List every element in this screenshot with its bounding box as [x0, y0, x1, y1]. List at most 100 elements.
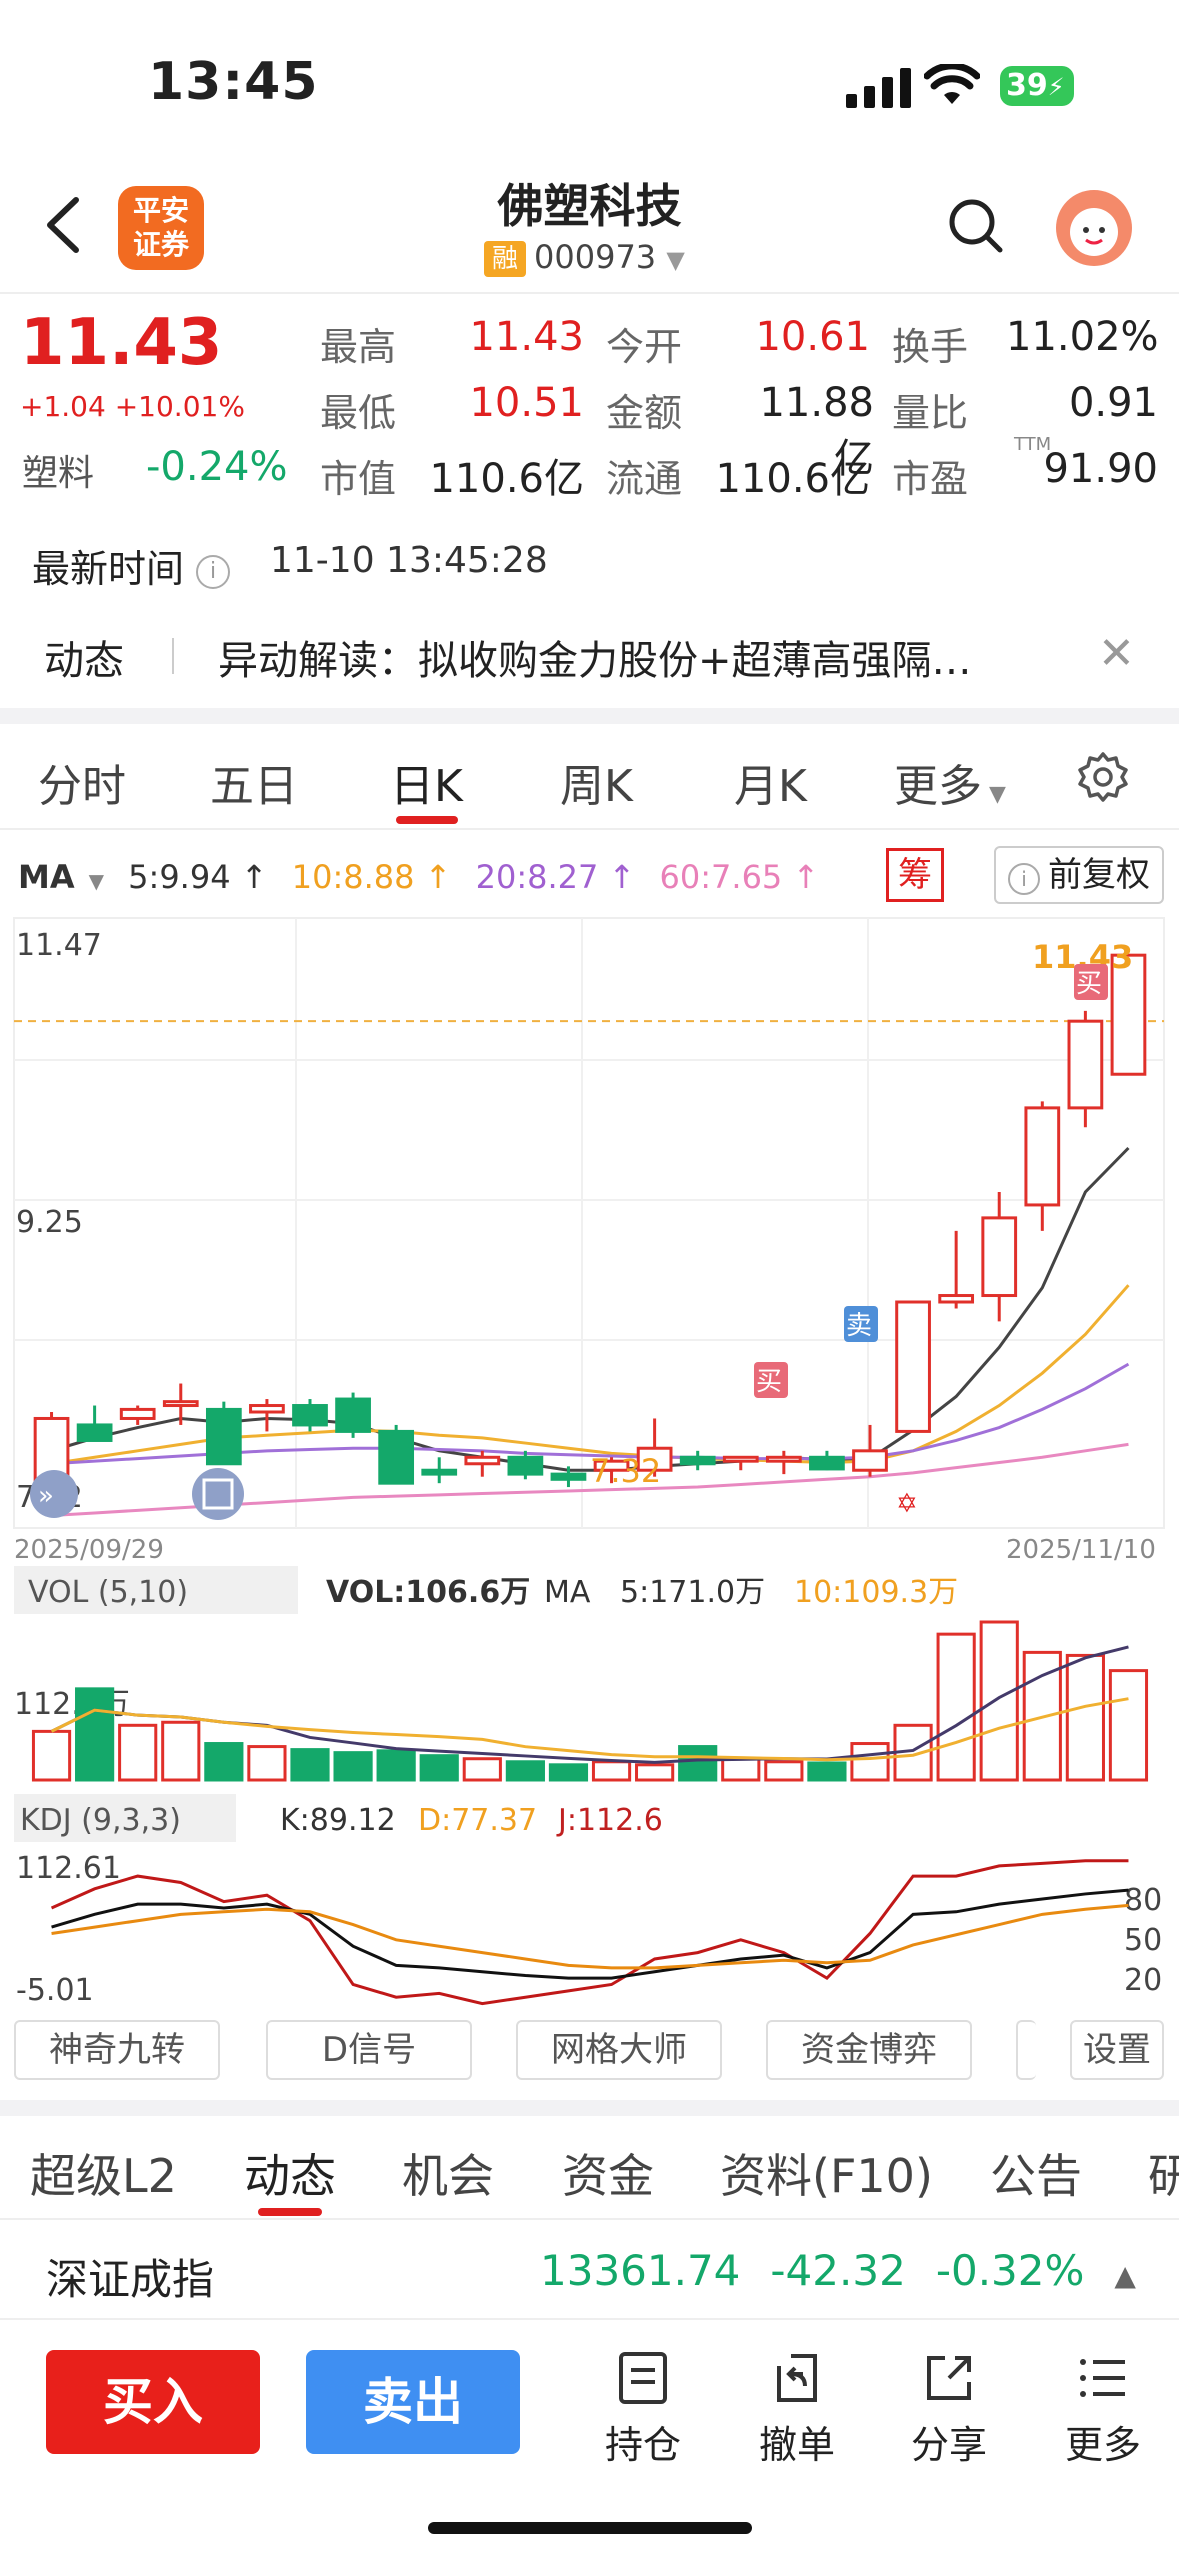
news-divider: [172, 638, 174, 674]
share-button[interactable]: 分享: [894, 2348, 1004, 2469]
volume-bar: [635, 1763, 675, 1782]
kdj-d-value: D:77.37: [418, 1803, 537, 1838]
tab-super-l2[interactable]: 超级L2: [30, 2140, 177, 2206]
kdj-j-value: J:112.6: [556, 1803, 663, 1838]
candles: [33, 953, 1147, 1497]
chip-distribution-button[interactable]: 筹: [886, 848, 944, 902]
tab-f10[interactable]: 资料(F10): [720, 2140, 933, 2206]
latest-time: 11-10 13:45:28: [270, 540, 548, 581]
ma5-value: 5:9.94 ↑: [128, 858, 268, 896]
tab-intraday[interactable]: 分时: [38, 750, 126, 814]
search-icon[interactable]: [944, 194, 1008, 258]
wifi-icon: [924, 64, 980, 104]
section-divider: [0, 2100, 1179, 2116]
kline-chart[interactable]: 11.47 9.25 7.22 2025/09/29 2025/11/10 7.…: [0, 910, 1179, 2020]
volume-bar: [290, 1748, 330, 1782]
kdj-level-50: 50: [1124, 1923, 1162, 1958]
kdj-legend-label[interactable]: KDJ (9,3,3): [20, 1803, 181, 1838]
undo-icon: [777, 2354, 817, 2402]
tab-weekly-k[interactable]: 周K: [560, 750, 633, 814]
kdj-level-20: 20: [1124, 1963, 1162, 1998]
volume-bar: [591, 1760, 632, 1782]
section-divider: [0, 708, 1179, 724]
kdj-y-bottom: -5.01: [16, 1973, 94, 2008]
close-icon[interactable]: ✕: [1098, 628, 1135, 679]
quote-value: 110.6亿: [429, 456, 584, 502]
volume-bar: [850, 1742, 890, 1782]
fullscreen-icon[interactable]: [192, 1468, 244, 1520]
volume-bars: [31, 1620, 1149, 1782]
candle-body: [378, 1429, 415, 1485]
battery-indicator: 39⚡: [1000, 66, 1074, 106]
signal-icon: [846, 68, 911, 108]
vol-legend-label[interactable]: VOL (5,10): [28, 1575, 188, 1610]
ma-legend[interactable]: MA ▼ 5:9.94 ↑ 10:8.88 ↑ 20:8.27 ↑ 60:7.65…: [18, 858, 833, 896]
cancel-order-button[interactable]: 撤单: [742, 2348, 852, 2469]
indicator-button-fund-game[interactable]: 资金博弈: [766, 2020, 972, 2080]
quote-label: 量比: [892, 391, 969, 435]
buy-signal-tag: 买: [754, 1362, 788, 1398]
margin-badge: 融: [484, 241, 526, 277]
tab-daily-k[interactable]: 日K: [390, 750, 463, 814]
info-icon[interactable]: i: [196, 554, 231, 589]
candle-body: [421, 1468, 458, 1476]
gear-icon[interactable]: [1076, 750, 1130, 804]
tab-announcements[interactable]: 公告: [990, 2140, 1082, 2206]
last-price: 11.43: [20, 306, 223, 380]
quote-label: 流通: [606, 457, 683, 501]
tab-research[interactable]: 研: [1148, 2140, 1179, 2206]
vol-ma10: 10:109.3万: [794, 1575, 958, 1610]
news-ticker[interactable]: 动态 异动解读：拟收购金力股份+超薄高强隔… ✕: [0, 620, 1179, 690]
ma60-value: 60:7.65 ↑: [659, 858, 820, 896]
caret-down-icon: ▼: [666, 246, 685, 274]
holdings-button[interactable]: 持仓: [588, 2348, 698, 2469]
share-label: 分享: [910, 2423, 987, 2467]
indicator-settings-button[interactable]: 设置: [1070, 2020, 1164, 2080]
candle-body: [722, 1455, 759, 1463]
stock-code-selector[interactable]: 融 000973 ▼: [484, 238, 685, 277]
tab-more[interactable]: 更多 ▼: [894, 750, 1006, 814]
tab-five-day[interactable]: 五日: [210, 750, 298, 814]
avatar[interactable]: [1056, 190, 1132, 266]
candle-body: [679, 1455, 716, 1466]
quote-value: 110.6亿: [715, 456, 870, 502]
tab-more-label: 更多: [894, 761, 982, 812]
candle-body: [809, 1455, 845, 1471]
candle-body: [205, 1407, 242, 1466]
scroll-left-icon[interactable]: »: [30, 1470, 78, 1518]
candle-body: [895, 1300, 931, 1433]
kdj-k-value: K:89.12: [280, 1803, 396, 1838]
caret-up-icon[interactable]: ▲: [1114, 2259, 1136, 2292]
indicator-button-nine-turn[interactable]: 神奇九转: [14, 2020, 220, 2080]
tab-monthly-k[interactable]: 月K: [734, 750, 807, 814]
sell-button[interactable]: 卖出: [306, 2350, 520, 2454]
buy-button[interactable]: 买入: [46, 2350, 260, 2454]
tab-dynamics[interactable]: 动态: [244, 2140, 336, 2206]
status-bar: 13:45 39⚡: [0, 0, 1179, 160]
active-tab-indicator: [258, 2208, 322, 2216]
tab-opportunity[interactable]: 机会: [402, 2140, 494, 2206]
volume-bar: [936, 1632, 976, 1782]
share-icon: [927, 2356, 971, 2400]
quote-label: 金额: [606, 391, 683, 435]
home-indicator: [428, 2522, 752, 2534]
indicator-button-grid-master[interactable]: 网格大师: [516, 2020, 722, 2080]
volume-bar: [548, 1763, 589, 1782]
volume-bar: [721, 1757, 761, 1782]
indicator-button-d-signal[interactable]: D信号: [266, 2020, 472, 2080]
tab-funds[interactable]: 资金: [562, 2140, 654, 2206]
adjust-mode-button[interactable]: i 前复权: [994, 846, 1164, 904]
volume-bar: [979, 1620, 1019, 1782]
news-text[interactable]: 异动解读：拟收购金力股份+超薄高强隔…: [218, 628, 972, 686]
star-icon: ✡: [896, 1489, 918, 1519]
kdj-d-line: [51, 1903, 1129, 1970]
candle-body: [1024, 1106, 1061, 1207]
indicator-button-overflow[interactable]: [1016, 2020, 1036, 2080]
quote-label: 最高: [320, 325, 397, 369]
more-button[interactable]: 更多: [1048, 2348, 1158, 2469]
candle-body: [765, 1455, 802, 1463]
kdj-lines: [50, 1859, 1129, 2006]
index-ticker[interactable]: 深证成指 13361.74 -42.32 -0.32% ▲: [0, 2230, 1179, 2320]
candle-body: [249, 1404, 285, 1414]
sector-name[interactable]: 塑料: [22, 444, 94, 496]
